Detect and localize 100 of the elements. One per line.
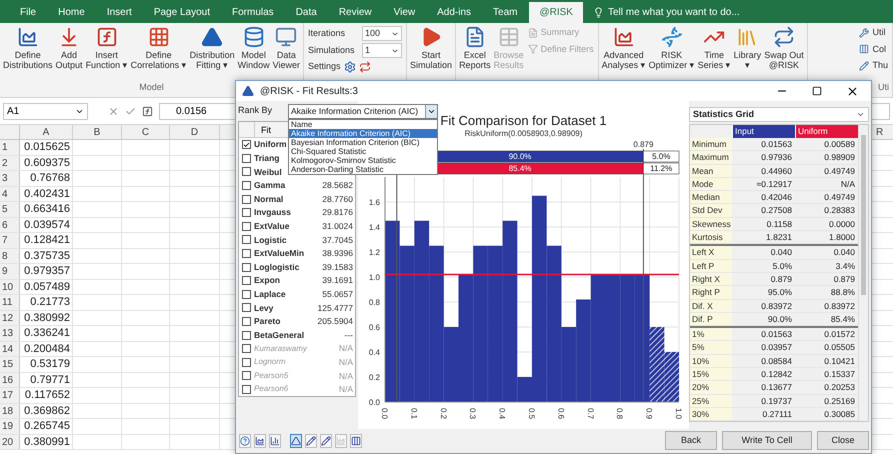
fit-score: N/A (338, 356, 354, 369)
table-cell-text: 90.0% (766, 312, 793, 326)
row-header: 20 (0, 434, 20, 449)
fit-score: 37.7045 (321, 234, 354, 246)
table-cell: 0.380992 (20, 310, 73, 325)
x-tick-label: 0.3 (468, 408, 478, 420)
x-tick-label: 0.8 (615, 408, 624, 420)
column-header: Uniform (795, 125, 858, 138)
fit-score: 39.1691 (321, 274, 354, 288)
rank-by-label: Rank By (238, 104, 274, 118)
group-label: Uti (878, 82, 889, 92)
row-label: 1% (690, 328, 732, 340)
row-label: Right P (690, 286, 732, 299)
table-cell-text: 0.08584 (760, 354, 793, 368)
row-label: Skewness (690, 218, 732, 230)
y-tick-label: 1.6 (368, 198, 380, 207)
y-tick-label: 0.2 (368, 373, 380, 382)
row-header: 2 (0, 156, 20, 170)
fit-score: 205.5904 (316, 315, 354, 328)
row-header: 4 (0, 186, 20, 201)
table-cell: 0.380991 (20, 434, 73, 449)
row-header: 15 (0, 357, 20, 372)
table-cell-text: 0.12842 (760, 368, 793, 380)
row-header: 1 (0, 140, 20, 154)
table-cell-text: 5.0% (772, 260, 793, 272)
table-cell-text: 0.00589 (823, 138, 856, 150)
x-tick-label: 0.2 (438, 408, 448, 420)
table-cell-text: 0.42046 (760, 191, 793, 204)
table-cell-text: 0.49749 (823, 191, 856, 204)
table-cell: 0.53179 (20, 357, 73, 372)
column-header: D (170, 125, 220, 139)
table-cell-text: 0.19737 (760, 394, 793, 407)
table-cell-text: 3.4% (834, 260, 856, 272)
field-label: Simulations (308, 44, 356, 57)
row-header: 16 (0, 372, 20, 387)
y-tick-label: 0.0 (368, 398, 380, 407)
chart-title: Fit Comparison for Dataset 1 (440, 113, 607, 128)
y-tick-label: 0.8 (368, 298, 380, 307)
column-header: Fit (260, 124, 271, 137)
table-cell-text: 0.1158 (766, 218, 793, 230)
table-cell: 0.369862 (20, 404, 73, 418)
table-cell-text: 0.05505 (823, 341, 856, 354)
fit-score: N/A (338, 383, 354, 396)
table-cell: 0.117652 (20, 388, 73, 402)
row-header: 8 (0, 248, 20, 263)
table-cell-text: 0.01563 (760, 328, 793, 340)
table-cell: 0.663416 (20, 202, 73, 216)
table-cell-text: 0.97936 (760, 151, 793, 164)
x-tick-label: 0.9 (644, 408, 654, 420)
table-cell-text: 0.27508 (760, 204, 793, 217)
fit-score: N/A (338, 370, 354, 382)
table-cell-text: 0.20253 (823, 381, 856, 394)
table-cell-text: 0.03957 (760, 341, 793, 354)
table-cell-text: 88.8% (830, 286, 856, 299)
table-cell: 0.609375 (20, 156, 73, 170)
table-cell: 0.336241 (20, 326, 73, 340)
row-label: 20% (690, 381, 732, 394)
row-label: 5% (690, 341, 732, 354)
table-cell: 0.039574 (20, 218, 73, 232)
group-label: Model (139, 82, 164, 92)
row-header: 11 (0, 295, 20, 310)
row-header: 5 (0, 202, 20, 216)
table-cell: 0.057489 (20, 280, 73, 294)
row-header: 9 (0, 264, 20, 278)
x-tick-label: 1.0 (674, 408, 683, 420)
fit-score: N/A (338, 342, 354, 356)
table-cell: 0.21773 (20, 295, 73, 310)
row-label: Dif. X (690, 300, 732, 312)
table-cell-text: 0.879 (770, 272, 793, 286)
table-cell: 0.402431 (20, 186, 73, 201)
row-header: 6 (0, 218, 20, 232)
fit-score: 125.4777 (316, 302, 354, 314)
table-cell: 0.015625 (20, 140, 73, 154)
fit-score: 28.5682 (321, 179, 354, 192)
table-cell-text: ≈0.12917 (756, 178, 793, 190)
fit-score: 29.8176 (321, 206, 354, 220)
fit-score: --- (344, 328, 354, 342)
row-label: 30% (690, 408, 732, 420)
y-tick-label: 1.2 (368, 248, 380, 257)
column-header: B (73, 125, 122, 139)
x-tick-label: 0.6 (556, 408, 566, 420)
fit-score: 38.9396 (321, 247, 354, 260)
probability-label: 11.2% (650, 164, 672, 173)
table-cell-text: 0.49749 (823, 164, 856, 177)
table-cell-text: 0.28383 (823, 204, 856, 217)
table-cell-text: 0.83972 (823, 300, 856, 312)
x-tick-label: 0.4 (498, 408, 507, 420)
column-header: C (122, 125, 170, 139)
y-tick-label: 0.4 (368, 348, 380, 357)
fit-score: 39.1583 (321, 260, 354, 274)
table-cell-text: 1.8000 (828, 231, 856, 244)
row-header: 10 (0, 280, 20, 294)
table-cell: 0.76768 (20, 171, 73, 186)
y-tick-label: 1.0 (368, 273, 380, 282)
column-header: R (875, 126, 884, 139)
table-cell-text: 85.4% (830, 312, 856, 326)
row-label: Minimum (690, 138, 732, 150)
table-cell-text: 0.01563 (760, 138, 793, 150)
settings-label: Settings (308, 60, 341, 73)
table-cell-text: 0.10421 (823, 354, 856, 368)
